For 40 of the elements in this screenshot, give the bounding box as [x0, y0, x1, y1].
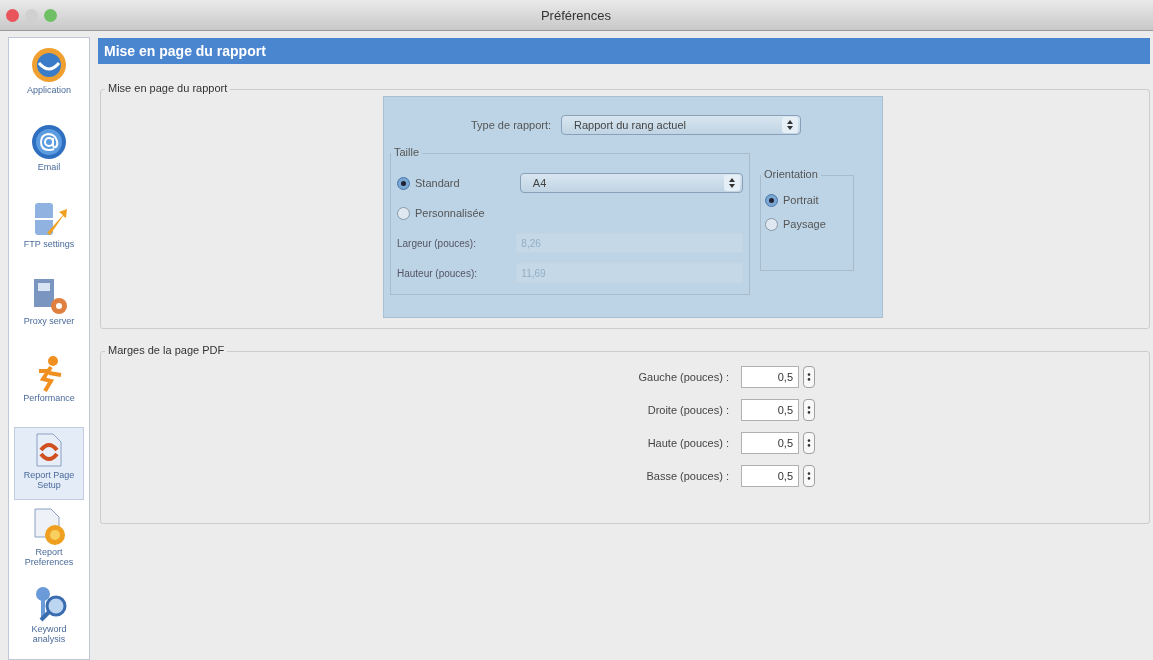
sidebar-item[interactable]: Email — [14, 119, 84, 192]
spinner-icon[interactable] — [803, 366, 815, 388]
stepper-icon — [785, 118, 796, 132]
stepper-icon — [727, 176, 737, 190]
sidebar-item[interactable]: Keyword analysis — [14, 581, 84, 654]
radio-button[interactable]: Personnalisée — [397, 201, 492, 225]
close-button[interactable] — [6, 8, 19, 22]
sidebar-item[interactable]: Proxy server — [14, 273, 84, 346]
window-title: Préférences — [539, 7, 613, 23]
group-legend: Mise en page du rapport — [105, 82, 231, 94]
number-field[interactable]: 0,5 — [741, 465, 799, 487]
number-field[interactable]: 0,5 — [741, 432, 799, 454]
field-label: Largeur (pouces): — [397, 237, 477, 249]
spinner-icon[interactable] — [803, 465, 815, 487]
radio-button[interactable]: Portrait — [765, 188, 860, 212]
number-field[interactable]: 0,5 — [741, 366, 799, 388]
at-sign-icon — [29, 122, 69, 162]
field-label: Basse (pouces) : — [646, 470, 729, 482]
spinner-icon[interactable] — [803, 399, 815, 421]
sidebar-item[interactable]: FTP settings — [14, 196, 84, 269]
dropdown[interactable]: A4 — [519, 173, 743, 193]
group-legend: Orientation — [761, 168, 821, 180]
spinner-icon[interactable] — [803, 432, 815, 454]
group-legend: Marges de la page PDF — [105, 344, 228, 356]
field-label: Type de rapport: — [470, 119, 552, 131]
sidebar-item[interactable]: Performance — [14, 350, 84, 423]
field-label: Droite (pouces) : — [647, 404, 729, 416]
radio-button[interactable]: Standard — [397, 171, 490, 195]
field-label: Haute (pouces) : — [647, 437, 729, 449]
field-label: Hauteur (pouces): — [397, 267, 479, 279]
dropdown[interactable]: Rapport du rang actuel — [561, 115, 802, 135]
sidebar-item[interactable]: Report Page Setup — [14, 427, 84, 500]
sidebar-item[interactable]: Report Preferences — [14, 504, 84, 577]
section-header: Mise en page du rapport — [98, 38, 1150, 64]
radio-button[interactable]: Paysage — [765, 212, 860, 236]
sidebar-item[interactable]: Application — [14, 42, 84, 115]
field-label: Gauche (pouces) : — [638, 371, 729, 383]
globe-icon — [29, 45, 69, 85]
number-field[interactable]: 0,5 — [741, 399, 799, 421]
group-legend: Taille — [391, 146, 423, 158]
